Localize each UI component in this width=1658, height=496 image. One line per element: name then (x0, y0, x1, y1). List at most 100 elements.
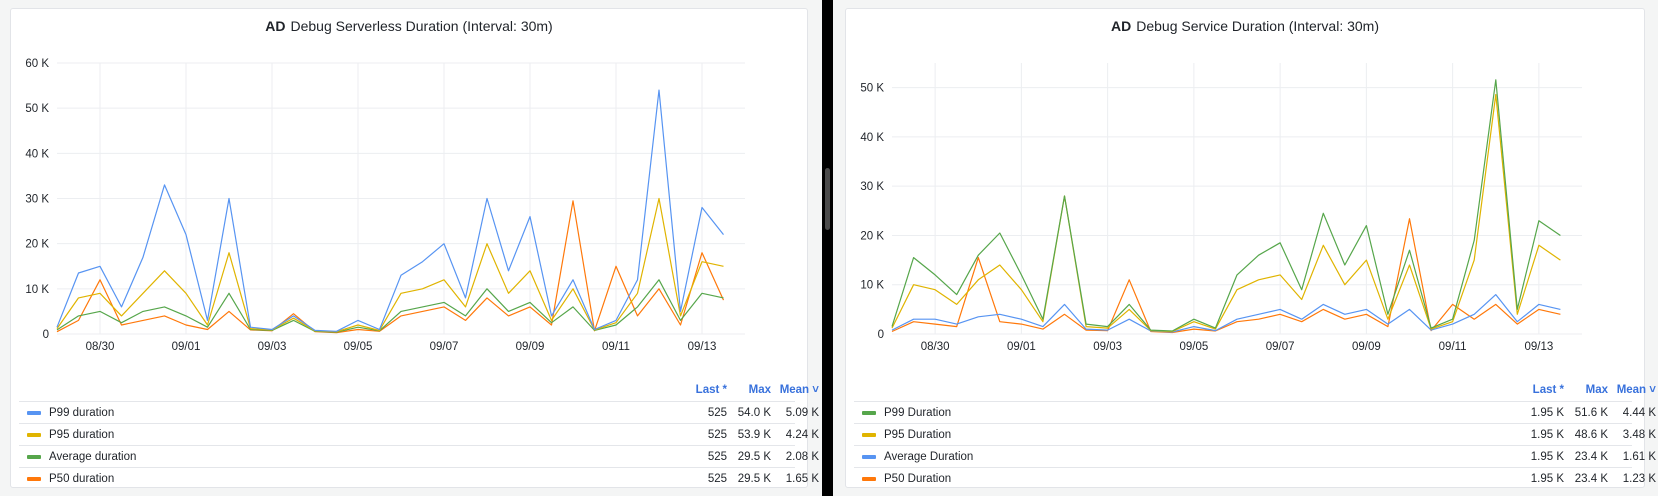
legend-swatch (862, 477, 876, 481)
legend-row[interactable]: P99 Duration 1.95 K 51.6 K 4.44 K (854, 401, 1656, 423)
legend-value: 1.95 K (1530, 429, 1564, 441)
legend-value: 48.6 K (1574, 429, 1608, 441)
legend-series-name: P50 Duration (884, 473, 952, 485)
legend-value: 23.4 K (1574, 451, 1608, 463)
legend-swatch (862, 411, 876, 415)
legend-column-header[interactable]: Last * (696, 384, 727, 396)
legend-table: Last * Max Mean ˅ P99 Duration 1.95 K 51.6 K 4… (854, 381, 1656, 489)
legend-header: Last * Max Mean ˅ (19, 381, 819, 401)
legend-series-name: Average duration (49, 451, 137, 463)
legend-table: Last * Max Mean ˅ P99 duration 525 54.0 K 5.09… (19, 381, 819, 489)
legend-value: 3.48 K (1622, 429, 1656, 441)
legend-series-name: Average Duration (884, 451, 974, 463)
legend-swatch (27, 433, 41, 437)
legend-row[interactable]: P50 duration 525 29.5 K 1.65 K (19, 467, 819, 489)
legend-value: 5.09 K (785, 407, 819, 419)
legend-header: Last * Max Mean ˅ (854, 381, 1656, 401)
legend-value: 525 (707, 473, 727, 485)
series-line[interactable] (56, 197, 724, 333)
legend-row[interactable]: P99 duration 525 54.0 K 5.09 K (19, 401, 819, 423)
line-chart[interactable]: 0 10 K 20 K 30 K 40 K 50 K 08/30 09/01 09/03 09/0… (846, 49, 1646, 379)
legend-value: 1.23 K (1622, 473, 1656, 485)
legend-value: 51.6 K (1574, 407, 1608, 419)
legend-column-header[interactable]: Mean ˅ (1617, 384, 1656, 396)
x-tick-label: 09/01 (172, 341, 201, 353)
legend-column-header[interactable]: Last * (1533, 384, 1564, 396)
legend-value: 1.95 K (1530, 473, 1564, 485)
panel-title-badge: AD (1110, 18, 1132, 34)
legend-row[interactable]: P50 Duration 1.95 K 23.4 K 1.23 K (854, 467, 1656, 489)
legend-value: 525 (707, 429, 727, 441)
legend-swatch (862, 455, 876, 459)
x-tick-label: 09/07 (1266, 341, 1295, 353)
legend-value: 4.44 K (1622, 407, 1656, 419)
legend-value: 29.5 K (737, 473, 771, 485)
legend-row[interactable]: Average duration 525 29.5 K 2.08 K (19, 445, 819, 467)
x-tick-label: 09/13 (688, 341, 717, 353)
legend-value: 2.08 K (785, 451, 819, 463)
x-tick-label: 09/03 (1093, 341, 1122, 353)
legend-value: 29.5 K (737, 451, 771, 463)
x-tick-label: 09/05 (344, 341, 373, 353)
legend-swatch (27, 477, 41, 481)
legend-row[interactable]: Average Duration 1.95 K 23.4 K 1.61 K (854, 445, 1656, 467)
legend-swatch (862, 433, 876, 437)
y-tick-label: 0 (43, 329, 49, 341)
legend-column-header[interactable]: Mean ˅ (780, 384, 819, 396)
x-tick-label: 09/13 (1524, 341, 1553, 353)
line-chart[interactable]: 0 10 K 20 K 30 K 40 K 50 K 60 K 08/30 09/01 09/03… (11, 49, 809, 379)
legend-series-name: P99 duration (49, 407, 115, 419)
y-tick-label: 40 K (860, 132, 884, 144)
y-tick-label: 0 (878, 329, 884, 341)
x-tick-label: 08/30 (921, 341, 950, 353)
x-tick-label: 09/01 (1007, 341, 1036, 353)
legend-value: 1.65 K (785, 473, 819, 485)
panel-serverless-duration: AD Debug Serverless Duration (Interval: 3… (10, 8, 819, 489)
legend-column-header[interactable]: Max (749, 384, 771, 396)
y-tick-label: 10 K (25, 284, 49, 296)
legend-value: 525 (707, 407, 727, 419)
panel-title-text: Debug Serverless Duration (Interval: 30m… (290, 18, 553, 34)
legend-swatch (27, 455, 41, 459)
legend-value: 23.4 K (1574, 473, 1608, 485)
y-tick-label: 20 K (25, 239, 49, 251)
pane-splitter[interactable] (822, 0, 833, 496)
legend-swatch (27, 411, 41, 415)
series-line[interactable] (891, 93, 1561, 333)
x-tick-label: 09/07 (430, 341, 459, 353)
y-tick-label: 30 K (860, 181, 884, 193)
x-tick-label: 09/09 (516, 341, 545, 353)
y-tick-label: 20 K (860, 230, 884, 242)
panel-service-duration: AD Debug Service Duration (Interval: 30m)… (845, 8, 1656, 489)
panel-title-text: Debug Service Duration (Interval: 30m) (1136, 18, 1379, 34)
legend-value: 1.95 K (1530, 407, 1564, 419)
legend-row[interactable]: P95 Duration 1.95 K 48.6 K 3.48 K (854, 423, 1656, 445)
y-tick-label: 40 K (25, 148, 49, 160)
y-tick-label: 50 K (25, 103, 49, 115)
panel-title[interactable]: AD Debug Serverless Duration (Interval: 3… (11, 18, 807, 34)
legend-value: 54.0 K (737, 407, 771, 419)
legend-value: 1.95 K (1530, 451, 1564, 463)
x-tick-label: 09/05 (1179, 341, 1208, 353)
legend-series-name: P50 duration (49, 473, 115, 485)
series-line[interactable] (56, 89, 724, 332)
series-line[interactable] (891, 79, 1561, 332)
legend-value: 525 (707, 451, 727, 463)
y-tick-label: 50 K (860, 83, 884, 95)
legend-series-name: P95 duration (49, 429, 115, 441)
x-tick-label: 08/30 (86, 341, 115, 353)
legend-value: 53.9 K (737, 429, 771, 441)
y-tick-label: 60 K (25, 58, 49, 70)
legend-row[interactable]: P95 duration 525 53.9 K 4.24 K (19, 423, 819, 445)
x-tick-label: 09/09 (1352, 341, 1381, 353)
panel-title[interactable]: AD Debug Service Duration (Interval: 30m) (846, 18, 1644, 34)
splitter-drag-handle[interactable] (825, 168, 830, 230)
x-tick-label: 09/03 (258, 341, 287, 353)
y-tick-label: 10 K (860, 280, 884, 292)
legend-column-header[interactable]: Max (1586, 384, 1608, 396)
legend-value: 4.24 K (785, 429, 819, 441)
panel-title-badge: AD (265, 18, 286, 34)
legend-series-name: P99 Duration (884, 407, 952, 419)
x-tick-label: 09/11 (602, 341, 630, 353)
x-tick-label: 09/11 (1439, 341, 1467, 353)
